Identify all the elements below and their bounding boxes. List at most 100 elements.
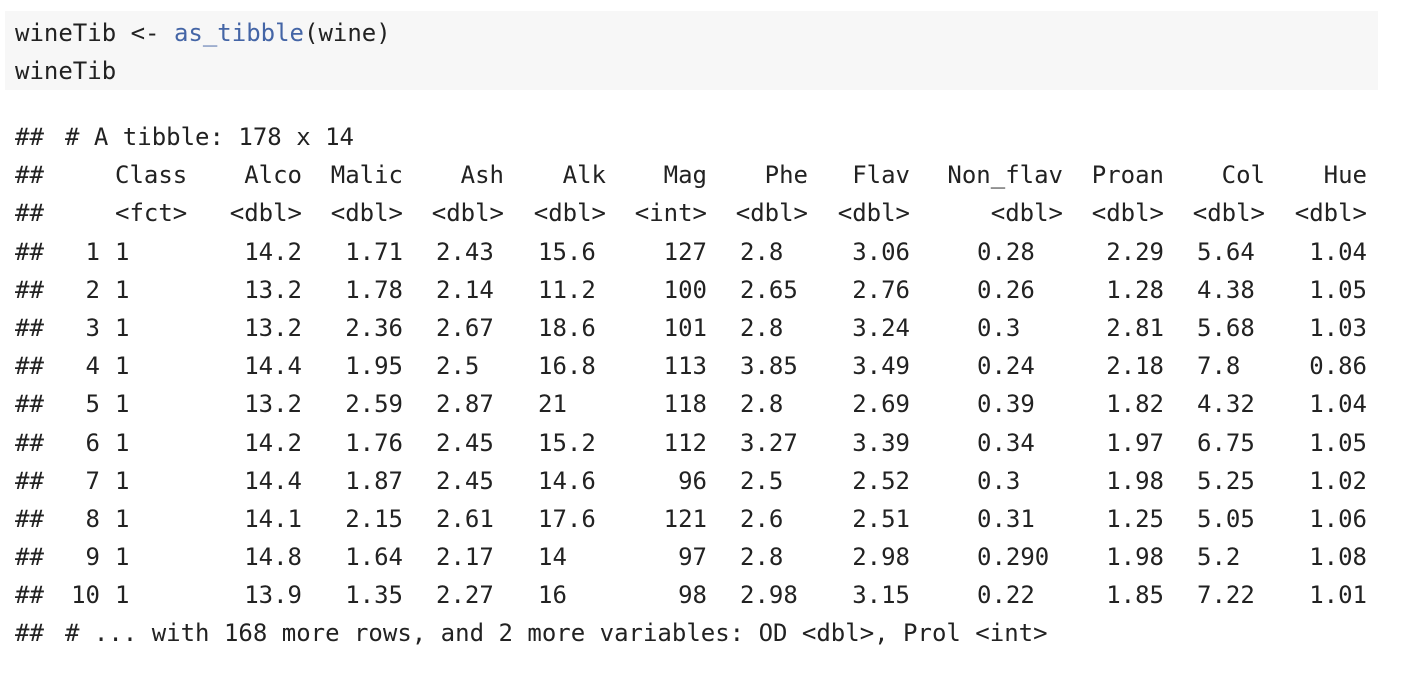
- table-cell: 2.67: [436, 313, 494, 342]
- table-cell: 2.98: [740, 581, 798, 610]
- column-type: <dbl>: [1192, 199, 1265, 228]
- table-cell: 1.05: [1309, 275, 1367, 304]
- column-header: Hue: [1323, 161, 1367, 190]
- table-cell: 5.64: [1197, 237, 1255, 266]
- table-cell: 0.26: [977, 275, 1035, 304]
- column-type: <int>: [634, 199, 707, 228]
- table-cell: 0.22: [977, 581, 1035, 610]
- column-header: Proan: [1091, 161, 1164, 190]
- table-cell: 13.9: [244, 581, 302, 610]
- table-cell: 14.4: [244, 352, 302, 381]
- table-cell: 6.75: [1197, 428, 1255, 457]
- console-output: ## # A tibble: 178 x 14 ## Class Alco Malic…: [15, 118, 1410, 653]
- table-cell: 14.4: [244, 466, 302, 495]
- table-cell: 1.95: [345, 352, 403, 381]
- table-cell: 3.06: [852, 237, 910, 266]
- column-type: <dbl>: [735, 199, 808, 228]
- table-row: ## 8 1 14.1 2.15 2.61 17.6 121 2.6 2.51 0.31 1.25 5.…: [15, 500, 1410, 538]
- table-cell: 1.98: [1106, 543, 1164, 572]
- table-cell: 1: [115, 390, 130, 419]
- table-cell: 1.06: [1309, 504, 1367, 533]
- output-prefix: ##: [15, 199, 44, 228]
- table-cell: 1.76: [345, 428, 403, 457]
- table-cell: 2.65: [740, 275, 798, 304]
- table-cell: 1.03: [1309, 313, 1367, 342]
- table-cell: 2.5: [740, 466, 784, 495]
- r-notebook-page: wineTib <- as_tibble(wine) wineTib ## # …: [0, 0, 1420, 682]
- table-cell: 1.08: [1309, 543, 1367, 572]
- table-cell: 1.35: [345, 581, 403, 610]
- table-cell: 4.32: [1197, 390, 1255, 419]
- table-cell: 3.24: [852, 313, 910, 342]
- table-row: ## 2 1 13.2 1.78 2.14 11.2 100 2.65 2.76 0.26 1.28 4…: [15, 271, 1410, 309]
- row-number: 10: [71, 581, 100, 610]
- table-cell: 14.1: [244, 504, 302, 533]
- table-cell: 0.28: [977, 237, 1035, 266]
- table-row: ## 10 1 13.9 1.35 2.27 16 98 2.98 3.15 0.22 1.85 7.2…: [15, 576, 1410, 614]
- column-header: Col: [1221, 161, 1265, 190]
- output-prefix: ##: [15, 543, 44, 572]
- table-cell: 1.97: [1106, 428, 1164, 457]
- table-cell: 14.2: [244, 428, 302, 457]
- table-cell: 0.290: [977, 543, 1050, 572]
- column-header: Ash: [460, 161, 504, 190]
- output-prefix: ##: [15, 581, 44, 610]
- table-cell: 0.39: [977, 390, 1035, 419]
- column-header: Mag: [663, 161, 707, 190]
- table-cell: 2.45: [436, 428, 494, 457]
- output-prefix: ##: [15, 161, 44, 190]
- row-number: 2: [85, 275, 100, 304]
- table-cell: 1: [115, 504, 130, 533]
- table-cell: 2.43: [436, 237, 494, 266]
- code-assign-text: wineTib <-: [15, 19, 174, 47]
- table-cell: 0.86: [1309, 352, 1367, 381]
- output-prefix: ##: [15, 237, 44, 266]
- table-cell: 2.8: [740, 543, 784, 572]
- table-cell: 2.29: [1106, 237, 1164, 266]
- table-cell: 15.6: [538, 237, 596, 266]
- table-cell: 2.8: [740, 313, 784, 342]
- table-cell: 1.85: [1106, 581, 1164, 610]
- table-cell: 14.2: [244, 237, 302, 266]
- table-cell: 11.2: [538, 275, 596, 304]
- column-type: <dbl>: [990, 199, 1063, 228]
- table-cell: 2.27: [436, 581, 494, 610]
- table-row: ## 4 1 14.4 1.95 2.5 16.8 113 3.85 3.49 0.24 2.18 7.…: [15, 347, 1410, 385]
- table-cell: 17.6: [538, 504, 596, 533]
- row-number: 1: [85, 237, 100, 266]
- table-cell: 4.38: [1197, 275, 1255, 304]
- row-number: 6: [85, 428, 100, 457]
- table-cell: 5.05: [1197, 504, 1255, 533]
- column-types-row: ## <fct> <dbl> <dbl> <dbl> <dbl> <int> <dbl> <db…: [15, 194, 1410, 232]
- table-cell: 2.76: [852, 275, 910, 304]
- table-cell: 1.71: [345, 237, 403, 266]
- table-cell: 7.22: [1197, 581, 1255, 610]
- table-cell: 13.2: [244, 313, 302, 342]
- table-cell: 101: [663, 313, 707, 342]
- column-type: <dbl>: [330, 199, 403, 228]
- table-cell: 2.18: [1106, 352, 1164, 381]
- table-cell: 1.78: [345, 275, 403, 304]
- row-number: 8: [85, 504, 100, 533]
- table-cell: 2.59: [345, 390, 403, 419]
- table-cell: 2.45: [436, 466, 494, 495]
- table-cell: 13.2: [244, 390, 302, 419]
- table-cell: 2.52: [852, 466, 910, 495]
- table-cell: 113: [663, 352, 707, 381]
- code-function-name: as_tibble: [173, 19, 304, 47]
- table-cell: 1: [115, 313, 130, 342]
- table-cell: 0.34: [977, 428, 1035, 457]
- column-type: <dbl>: [431, 199, 504, 228]
- table-row: ## 6 1 14.2 1.76 2.45 15.2 112 3.27 3.39 0.34 1.97 6…: [15, 424, 1410, 462]
- table-cell: 16.8: [538, 352, 596, 381]
- table-cell: 2.81: [1106, 313, 1164, 342]
- table-cell: 5.2: [1197, 543, 1241, 572]
- table-cell: 1: [115, 275, 130, 304]
- output-prefix: ##: [15, 428, 44, 457]
- column-type: <dbl>: [533, 199, 606, 228]
- table-cell: 2.5: [436, 352, 480, 381]
- table-cell: 97: [678, 543, 707, 572]
- table-cell: 96: [678, 466, 707, 495]
- table-cell: 1: [115, 428, 130, 457]
- column-type: <dbl>: [229, 199, 302, 228]
